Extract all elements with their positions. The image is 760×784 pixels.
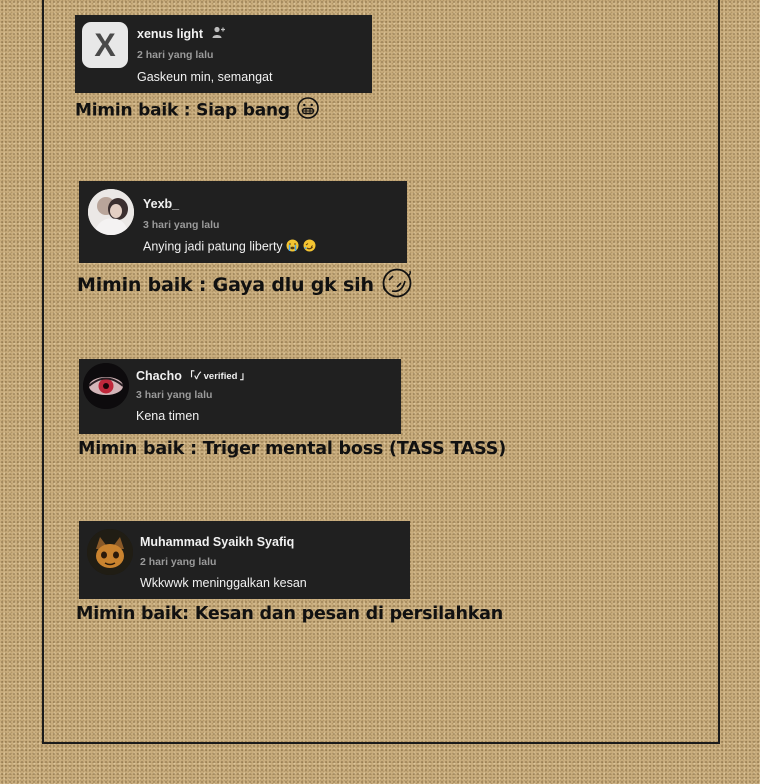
admin-reply: Mimin baik : Triger mental boss (TASS TA…: [78, 439, 506, 459]
comment-author[interactable]: Yexb_: [143, 197, 179, 211]
reply-text: Mimin baik : Gaya dlu gk sih: [77, 274, 374, 296]
rolling-on-floor-laughing-icon: [380, 267, 414, 304]
comment-card: Muhammad Syaikh Syafiq 2 hari yang lalu …: [79, 521, 410, 599]
avatar[interactable]: X: [82, 22, 128, 68]
admin-reply: Mimin baik: Kesan dan pesan di persilahk…: [76, 604, 503, 624]
comment-author[interactable]: Muhammad Syaikh Syafiq: [140, 535, 294, 549]
comment-time: 3 hari yang lalu: [136, 389, 213, 401]
comment-text-body: Anying jadi patung liberty: [143, 239, 283, 254]
comment-text: Gaskeun min, semangat: [137, 70, 273, 84]
verified-badge: 「✓ verified 」: [185, 371, 250, 382]
comment-card: Chacho 「✓ verified 」 3 hari yang lalu Ke…: [79, 359, 401, 434]
avatar[interactable]: [87, 529, 133, 575]
comment-card: X xenus light 2 hari yang lalu Gaskeun m…: [75, 15, 372, 93]
comment-time: 2 hari yang lalu: [140, 556, 217, 568]
reply-text: Mimin baik: Kesan dan pesan di persilahk…: [76, 604, 504, 624]
avatar-letter: X: [94, 27, 116, 63]
reply-text: Mimin baik : Siap bang: [75, 100, 290, 121]
grinning-face-icon: [296, 96, 320, 125]
comment-time: 2 hari yang lalu: [137, 49, 214, 61]
add-person-icon: [212, 26, 226, 44]
comment-text: Kena timen: [136, 409, 200, 423]
rolling-on-floor-laughing-icon: [303, 239, 316, 255]
admin-reply: Mimin baik : Gaya dlu gk sih: [77, 267, 414, 304]
avatar[interactable]: [88, 189, 134, 235]
admin-reply: Mimin baik : Siap bang: [75, 96, 320, 125]
comment-card: Yexb_ 3 hari yang lalu Anying jadi patun…: [79, 181, 407, 263]
reply-text: Mimin baik : Triger mental boss (TASS TA…: [78, 439, 506, 459]
comment-text: Wkkwwk meninggalkan kesan: [140, 576, 307, 590]
comment-text: Anying jadi patung liberty: [143, 239, 316, 255]
comment-author[interactable]: xenus light: [137, 27, 203, 41]
comment-time: 3 hari yang lalu: [143, 219, 220, 231]
loudly-crying-face-icon: [286, 239, 299, 255]
avatar[interactable]: [83, 363, 129, 409]
comment-author[interactable]: Chacho: [136, 369, 182, 383]
